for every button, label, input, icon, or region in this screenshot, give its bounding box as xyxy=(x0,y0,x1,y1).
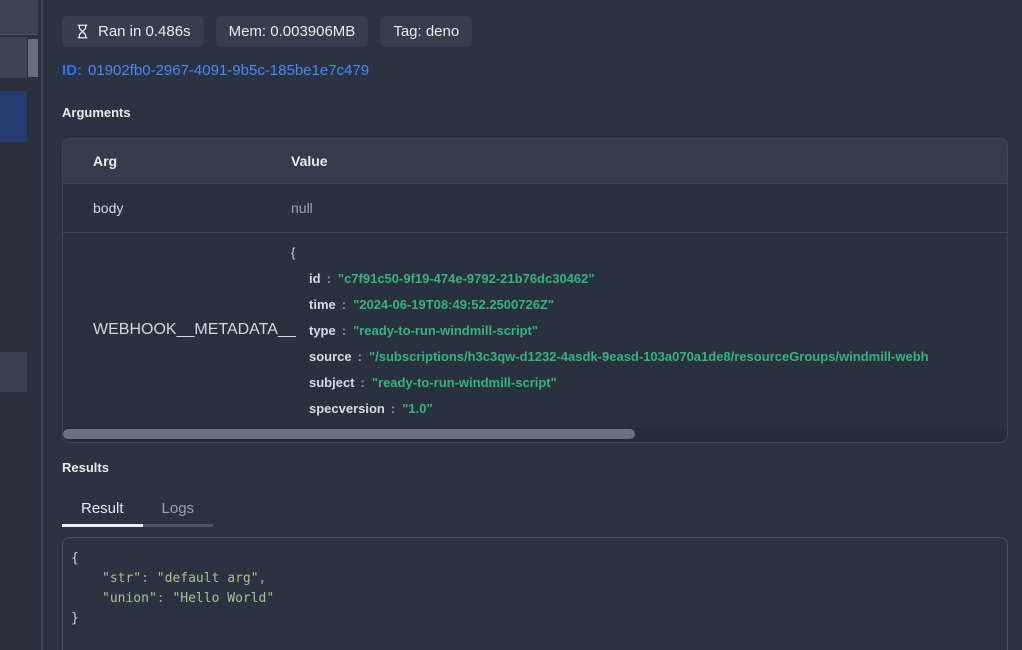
json-value: "c7f91c50-9f19-474e-9792-21b76dc30462" xyxy=(338,271,595,286)
json-key[interactable]: type xyxy=(309,323,336,338)
result-value: "Hello World" xyxy=(172,591,274,606)
json-separator: : xyxy=(391,401,395,416)
tab-result[interactable]: Result xyxy=(62,494,143,527)
arguments-section-title: Arguments xyxy=(62,105,131,120)
json-key[interactable]: id xyxy=(309,271,321,286)
json-entry-type: type: "ready-to-run-windmill-script" xyxy=(291,318,1007,344)
run-detail-main: Ran in 0.486s Mem: 0.003906MB Tag: deno … xyxy=(62,0,1008,650)
run-duration-badge: Ran in 0.486s xyxy=(62,16,204,47)
json-key[interactable]: subject xyxy=(309,375,355,390)
sidebar-run-item-selected[interactable] xyxy=(0,91,27,142)
json-separator: : xyxy=(327,271,331,286)
result-separator: : xyxy=(157,591,173,606)
json-open-brace: { xyxy=(291,240,1007,266)
table-scrollbar-thumb[interactable] xyxy=(63,429,635,439)
result-open-brace: { xyxy=(71,549,999,569)
run-memory-badge: Mem: 0.003906MB xyxy=(216,16,369,47)
sidebar-header-block xyxy=(0,0,38,35)
json-value: "ready-to-run-windmill-script" xyxy=(372,375,557,390)
arguments-table-header: Arg Value xyxy=(63,139,1007,184)
runs-sidebar xyxy=(0,0,41,650)
json-value: "2024-06-19T08:49:52.2500726Z" xyxy=(353,297,554,312)
json-key[interactable]: source xyxy=(309,349,352,364)
result-key: "str" xyxy=(102,571,141,586)
arguments-table: Arg Value body null WEBHOOK__METADATA__ … xyxy=(62,138,1008,443)
table-horizontal-scrollbar[interactable] xyxy=(63,427,1007,442)
job-id-value[interactable]: 01902fb0-2967-4091-9b5c-185be1e7c479 xyxy=(88,62,369,79)
json-value: "1.0" xyxy=(402,401,432,416)
job-id-line: ID: 01902fb0-2967-4091-9b5c-185be1e7c479 xyxy=(62,62,369,79)
arg-value-null: null xyxy=(291,200,1007,216)
result-close-brace: } xyxy=(71,609,999,629)
arg-name-body: body xyxy=(63,200,291,216)
json-value: "ready-to-run-windmill-script" xyxy=(353,323,538,338)
json-separator: : xyxy=(361,375,365,390)
table-row-webhook-metadata: WEBHOOK__METADATA__ { id: "c7f91c50-9f19-… xyxy=(63,233,1007,427)
tab-logs[interactable]: Logs xyxy=(143,494,214,527)
json-entry-id: id: "c7f91c50-9f19-474e-9792-21b76dc30462… xyxy=(291,266,1007,292)
json-entry-source: source: "/subscriptions/h3c3qw-d1232-4asd… xyxy=(291,344,1007,370)
json-entry-specversion: specversion: "1.0" xyxy=(291,396,1007,422)
value-column-header: Value xyxy=(291,153,1007,169)
sidebar-divider xyxy=(41,0,43,650)
arg-column-header: Arg xyxy=(63,153,291,169)
hourglass-icon xyxy=(75,24,90,39)
json-value: "/subscriptions/h3c3qw-d1232-4asdk-9easd… xyxy=(369,349,929,364)
result-line-union: "union": "Hello World" xyxy=(71,589,999,609)
job-run-detail-page: Ran in 0.486s Mem: 0.003906MB Tag: deno … xyxy=(0,0,1022,650)
result-separator: : xyxy=(141,571,157,586)
run-stat-badges: Ran in 0.486s Mem: 0.003906MB Tag: deno xyxy=(62,16,472,47)
result-json-box: { "str": "default arg", "union": "Hello … xyxy=(62,537,1008,650)
json-key[interactable]: time xyxy=(309,297,336,312)
result-comma: , xyxy=(259,571,267,586)
job-id-label: ID: xyxy=(62,62,82,79)
arg-name-webhook-metadata: WEBHOOK__METADATA__ xyxy=(63,321,291,339)
run-memory-label: Mem: 0.003906MB xyxy=(229,23,356,40)
json-separator: : xyxy=(342,297,346,312)
run-duration-label: Ran in 0.486s xyxy=(98,23,191,40)
json-entry-subject: subject: "ready-to-run-windmill-script" xyxy=(291,370,1007,396)
run-tag-badge: Tag: deno xyxy=(380,16,472,47)
run-tag-label: Tag: deno xyxy=(393,23,459,40)
results-section-title: Results xyxy=(62,460,109,475)
results-tabs: Result Logs xyxy=(62,494,213,527)
json-key[interactable]: specversion xyxy=(309,401,385,416)
json-separator: : xyxy=(342,323,346,338)
json-separator: : xyxy=(358,349,362,364)
result-value: "default arg" xyxy=(157,571,259,586)
result-key: "union" xyxy=(102,591,157,606)
table-row-body-arg: body null xyxy=(63,184,1007,233)
sidebar-run-item[interactable] xyxy=(0,352,27,392)
sidebar-scrollbar[interactable] xyxy=(28,39,38,77)
result-line-str: "str": "default arg", xyxy=(71,569,999,589)
json-entry-time: time: "2024-06-19T08:49:52.2500726Z" xyxy=(291,292,1007,318)
sidebar-run-item[interactable] xyxy=(0,37,27,78)
webhook-metadata-json-viewer: { id: "c7f91c50-9f19-474e-9792-21b76dc304… xyxy=(291,233,1007,427)
